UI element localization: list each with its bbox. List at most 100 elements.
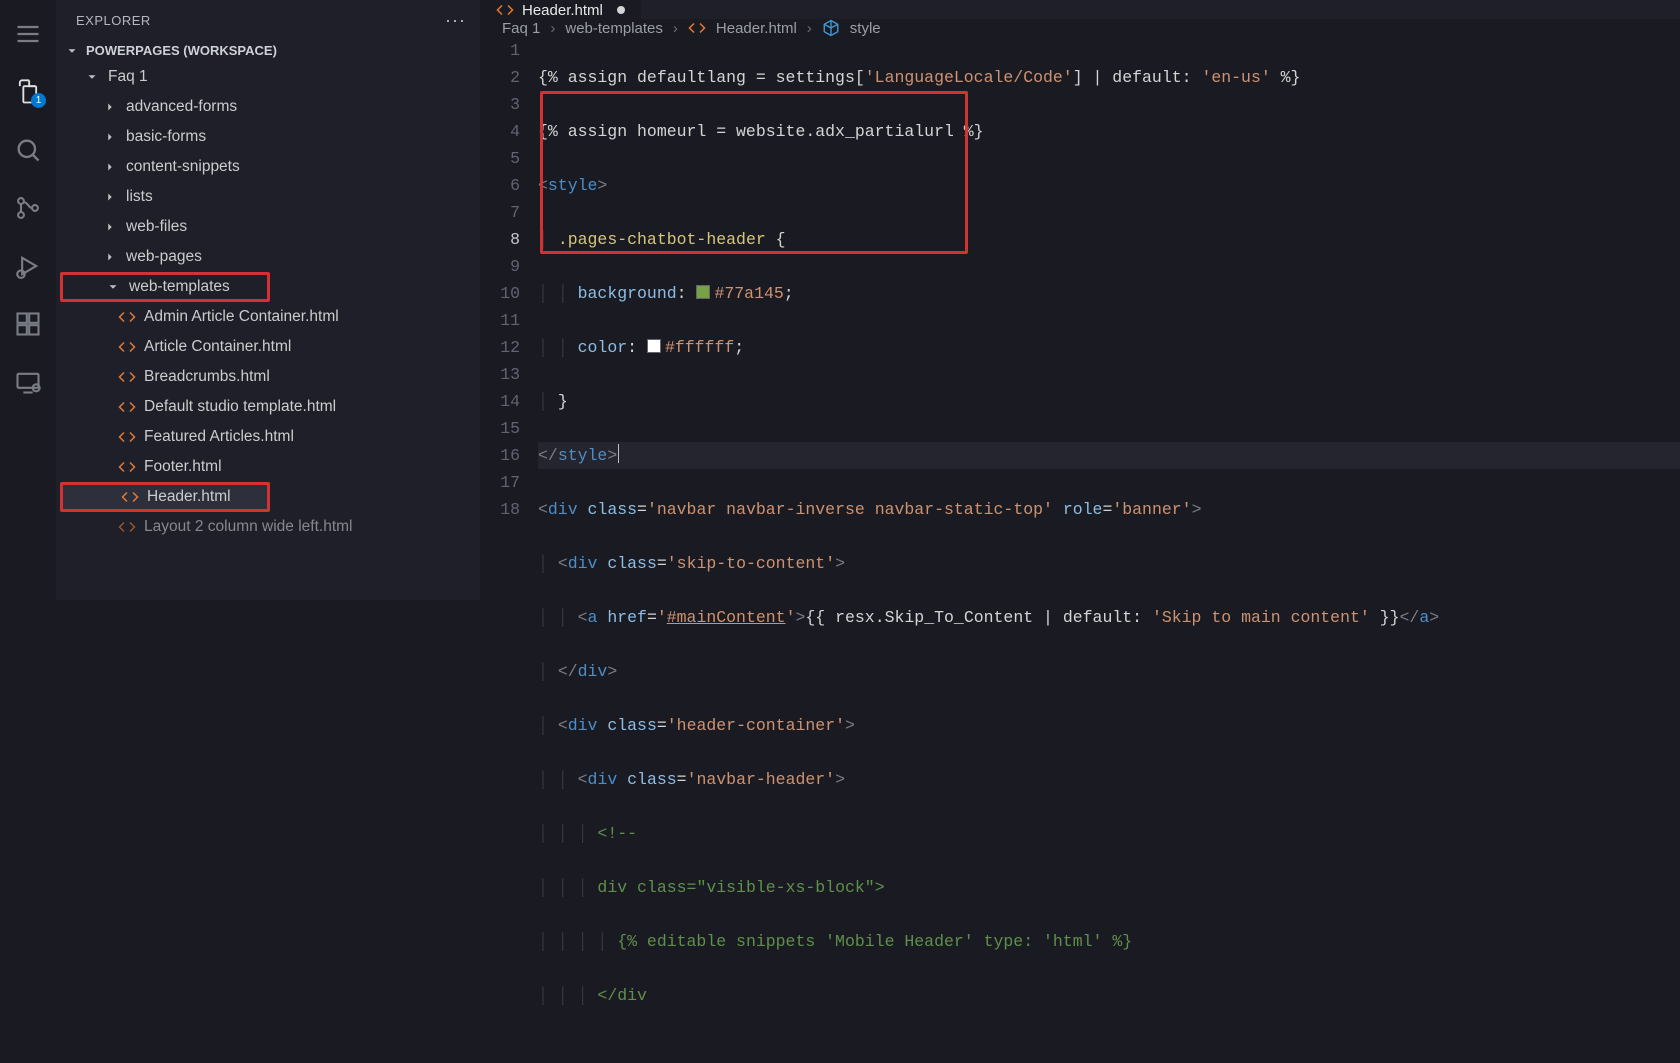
file-label: Default studio template.html (144, 398, 336, 416)
file-article-container[interactable]: Article Container.html (60, 332, 480, 362)
code-text: 'header-container' (667, 716, 845, 735)
code-text: 'navbar-header' (687, 770, 836, 789)
chevron-right-icon (102, 130, 118, 144)
code-text: div class= (597, 878, 696, 897)
file-label: Featured Articles.html (144, 428, 294, 446)
sidebar-more-icon[interactable]: ··· (445, 10, 466, 31)
code-editor[interactable]: 1234 5678 9101112 13141516 1718 {% assig… (480, 37, 1680, 1063)
file-default-studio[interactable]: Default studio template.html (60, 392, 480, 422)
code-text: style (548, 176, 598, 195)
code-text: 'Skip to main content' (1152, 608, 1370, 627)
source-control-icon[interactable] (14, 194, 42, 222)
chevron-right-icon (102, 100, 118, 114)
code-text: a (588, 608, 598, 627)
html-file-icon (118, 308, 136, 326)
code-text: > (875, 878, 885, 897)
file-footer[interactable]: Footer.html (60, 452, 480, 482)
code-text (597, 554, 607, 573)
sidebar-title: EXPLORER (76, 13, 151, 28)
code-text: < (558, 716, 568, 735)
code-text: > (1429, 608, 1439, 627)
code-text: a (1419, 608, 1429, 627)
code-text: style (558, 446, 608, 465)
code-text (578, 500, 588, 519)
html-file-icon (118, 368, 136, 386)
explorer-badge: 1 (31, 93, 46, 108)
folder-label: advanced-forms (126, 98, 237, 116)
folder-basic-forms[interactable]: basic-forms (60, 122, 480, 152)
code-text: #mainContent (667, 608, 786, 627)
breadcrumb-seg[interactable]: web-templates (565, 20, 663, 37)
folder-web-templates[interactable]: web-templates (60, 272, 270, 302)
file-header[interactable]: Header.html (60, 482, 270, 512)
code-text: 'LanguageLocale/Code' (865, 68, 1073, 87)
search-icon[interactable] (14, 136, 42, 164)
code-text: < (538, 176, 548, 195)
code-text: = (637, 500, 647, 519)
code-text (597, 716, 607, 735)
code-text: </ (558, 662, 578, 681)
line-gutter: 1234 5678 9101112 13141516 1718 (480, 37, 538, 1063)
html-file-icon (118, 398, 136, 416)
code-text: div (548, 500, 578, 519)
code-text: > (607, 446, 617, 465)
tab-header-html[interactable]: Header.html (480, 0, 641, 19)
code-text (597, 608, 607, 627)
folder-content-snippets[interactable]: content-snippets (60, 152, 480, 182)
chevron-down-icon (105, 280, 121, 294)
code-text: ; (734, 338, 744, 357)
unsaved-dot-icon (617, 6, 625, 14)
code-text: < (558, 554, 568, 573)
file-featured-articles[interactable]: Featured Articles.html (60, 422, 480, 452)
chevron-down-icon (64, 44, 80, 58)
breadcrumb[interactable]: Faq 1 › web-templates › Header.html › st… (480, 19, 1680, 37)
code-text: ' (786, 608, 796, 627)
folder-advanced-forms[interactable]: advanced-forms (60, 92, 480, 122)
code-text: ] | default: (1073, 68, 1202, 87)
code-lines[interactable]: {% assign defaultlang = settings['Langua… (538, 37, 1680, 1063)
file-layout-2col[interactable]: Layout 2 column wide left.html (60, 512, 480, 542)
folder-web-pages[interactable]: web-pages (60, 242, 480, 272)
file-admin-article[interactable]: Admin Article Container.html (60, 302, 480, 332)
code-text: > (835, 554, 845, 573)
code-text: class (607, 716, 657, 735)
run-debug-icon[interactable] (14, 252, 42, 280)
html-file-icon (118, 428, 136, 446)
breadcrumb-seg[interactable]: style (850, 20, 881, 37)
code-text: {% editable snippets (617, 932, 825, 951)
code-text: ; (784, 284, 794, 303)
code-text (617, 770, 627, 789)
code-text: </div (597, 986, 647, 1005)
chevron-right-icon (102, 220, 118, 234)
explorer-icon[interactable]: 1 (14, 78, 42, 106)
code-text: > (597, 176, 607, 195)
html-file-icon (121, 488, 139, 506)
code-text: > (795, 608, 805, 627)
folder-faq1[interactable]: Faq 1 (60, 62, 480, 92)
remote-icon[interactable] (14, 368, 42, 396)
html-file-icon (118, 338, 136, 356)
section-label: POWERPAGES (WORKSPACE) (86, 43, 277, 58)
code-text: 'en-us' (1201, 68, 1270, 87)
code-text: div (578, 662, 608, 681)
code-text: : (677, 284, 697, 303)
file-breadcrumbs[interactable]: Breadcrumbs.html (60, 362, 480, 392)
breadcrumb-seg[interactable]: Faq 1 (502, 20, 540, 37)
code-text: <!-- (597, 824, 637, 843)
code-text: }} (1370, 608, 1400, 627)
chevron-right-icon (102, 190, 118, 204)
code-text: div (568, 716, 598, 735)
code-text: = (1102, 500, 1112, 519)
folder-web-files[interactable]: web-files (60, 212, 480, 242)
workspace-section[interactable]: POWERPAGES (WORKSPACE) (56, 39, 480, 62)
menu-icon[interactable] (14, 20, 42, 48)
folder-label: content-snippets (126, 158, 240, 176)
code-text (1053, 500, 1063, 519)
code-text: class (588, 500, 638, 519)
folder-lists[interactable]: lists (60, 182, 480, 212)
code-text: #77a145 (714, 284, 783, 303)
folder-label: lists (126, 188, 153, 206)
folder-label: web-files (126, 218, 187, 236)
extensions-icon[interactable] (14, 310, 42, 338)
breadcrumb-seg[interactable]: Header.html (716, 20, 797, 37)
